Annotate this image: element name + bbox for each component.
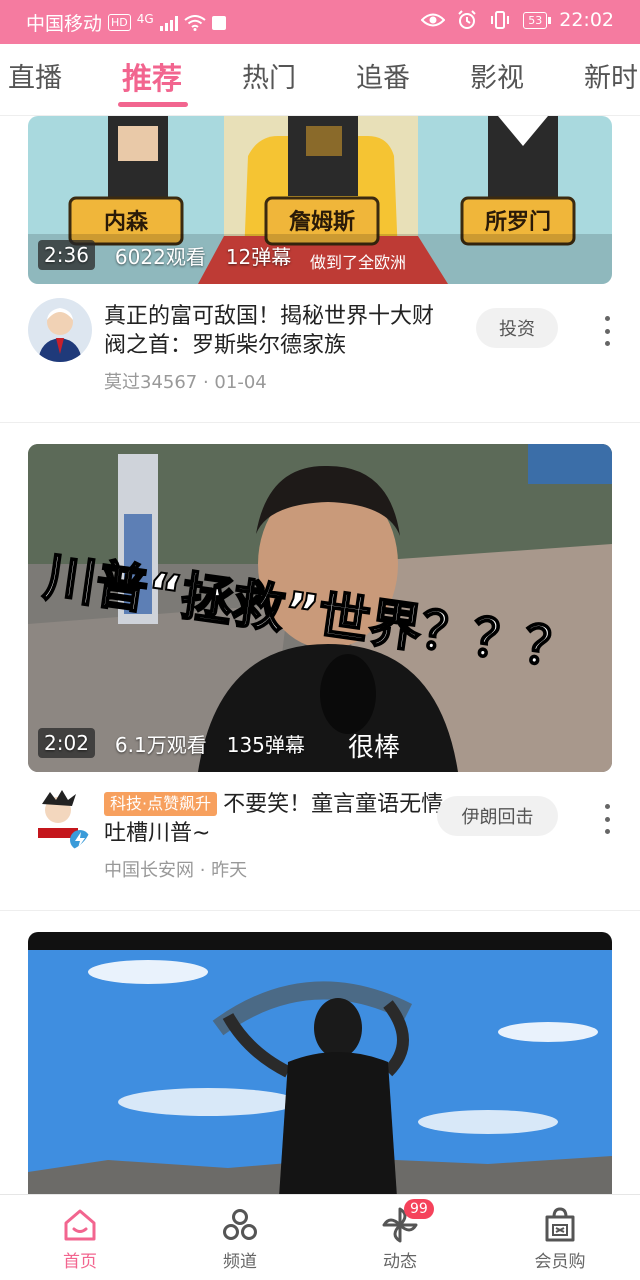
vibrate-icon (491, 11, 510, 29)
thumb-caption: 做到了全欧洲 (310, 253, 406, 272)
video-thumbnail[interactable]: 川普“拯救”世界？？？ 很棒 2:02 6.1万观看 135弹幕 (28, 444, 612, 772)
hd-icon: HD (108, 14, 131, 31)
video-thumbnail[interactable]: 内森 詹姆斯 所罗门 做到了全欧洲 2:36 6022观看 12弹幕 (28, 116, 612, 284)
nav-dynamic[interactable]: 99 动态 (350, 1199, 450, 1272)
nav-channels[interactable]: 频道 (190, 1205, 290, 1272)
nav-label: 会员购 (534, 1252, 586, 1272)
active-tab-indicator (118, 102, 188, 107)
pinwheel-icon: 99 (380, 1199, 434, 1245)
nav-label: 首页 (63, 1252, 97, 1272)
bottom-navigation: 首页 频道 99 动态 会员购 (0, 1194, 640, 1280)
trending-badge: 科技·点赞飙升 (104, 792, 218, 816)
avatar-image (28, 788, 92, 852)
tab-anime[interactable]: 追番 (356, 56, 410, 95)
battery-icon: 53 (523, 11, 552, 29)
video-title[interactable]: 科技·点赞飙升 不要笑！童言童语无情吐槽川普~ (104, 790, 444, 848)
carrier-name: 中国移动 (26, 13, 103, 35)
divider (0, 910, 640, 911)
nav-member-shop[interactable]: 会员购 (510, 1205, 610, 1272)
alarm-icon (458, 10, 476, 29)
tab-recommended[interactable]: 推荐 (122, 54, 182, 98)
video-duration: 2:36 (38, 240, 95, 270)
home-icon (60, 1205, 100, 1245)
video-meta: 中国长安网 · 昨天 (104, 860, 248, 881)
avatar[interactable] (28, 788, 92, 852)
notification-badge: 99 (404, 1199, 434, 1219)
avatar-image (28, 298, 92, 362)
clock: 22:02 (559, 9, 614, 31)
tag-button[interactable]: 伊朗回击 (437, 796, 558, 836)
tab-film[interactable]: 影视 (470, 56, 524, 95)
nav-label: 动态 (383, 1252, 417, 1272)
tab-hot[interactable]: 热门 (242, 56, 296, 95)
shopping-bag-icon (540, 1205, 580, 1245)
tab-new[interactable]: 新时 (584, 56, 638, 95)
thumbnail-image: 川普“拯救”世界？？？ 很棒 (28, 444, 612, 772)
video-meta: 莫过34567 · 01-04 (104, 372, 267, 393)
danmaku-count: 12弹幕 (225, 244, 292, 269)
network-type: 4G (136, 11, 154, 26)
view-count: 6022观看 (114, 244, 206, 269)
eye-icon (421, 13, 446, 27)
video-stats: 2:02 6.1万观看 135弹幕 (38, 728, 305, 758)
thumb-label-3: 所罗门 (485, 209, 551, 235)
nav-label: 频道 (223, 1252, 257, 1272)
signal-icon (159, 15, 178, 31)
thumb-label-1: 内森 (104, 209, 149, 235)
tab-live[interactable]: 直播 (8, 56, 62, 95)
avatar[interactable] (28, 298, 92, 362)
video-title[interactable]: 真正的富可敌国！揭秘世界十大财阀之首：罗斯柴尔德家族 (104, 302, 444, 360)
view-count: 6.1万观看 (114, 732, 207, 757)
channel-icon (220, 1205, 260, 1245)
more-options-icon[interactable] (602, 804, 612, 834)
thumb-subcaption: 很棒 (348, 733, 400, 763)
more-options-icon[interactable] (602, 316, 612, 346)
notification-icon (211, 15, 226, 30)
status-right: 53 22:02 (421, 9, 614, 31)
thumbnail-image (28, 932, 612, 1194)
video-stats: 2:36 6022观看 12弹幕 (38, 240, 291, 270)
status-left: 中国移动 HD 4G (26, 9, 226, 36)
video-thumbnail[interactable] (28, 932, 612, 1194)
video-feed[interactable]: 内森 詹姆斯 所罗门 做到了全欧洲 2:36 6022观看 12弹幕 真正的富可… (0, 116, 640, 1194)
video-duration: 2:02 (38, 728, 95, 758)
thumb-label-2: 詹姆斯 (289, 209, 355, 235)
tag-button[interactable]: 投资 (476, 308, 558, 348)
wifi-icon (184, 14, 206, 31)
category-tabs: 直播 推荐 热门 追番 影视 新时 (0, 44, 640, 116)
divider (0, 422, 640, 423)
status-bar: 中国移动 HD 4G 53 22:02 (0, 0, 640, 44)
danmaku-count: 135弹幕 (226, 732, 305, 757)
nav-home[interactable]: 首页 (30, 1205, 130, 1272)
